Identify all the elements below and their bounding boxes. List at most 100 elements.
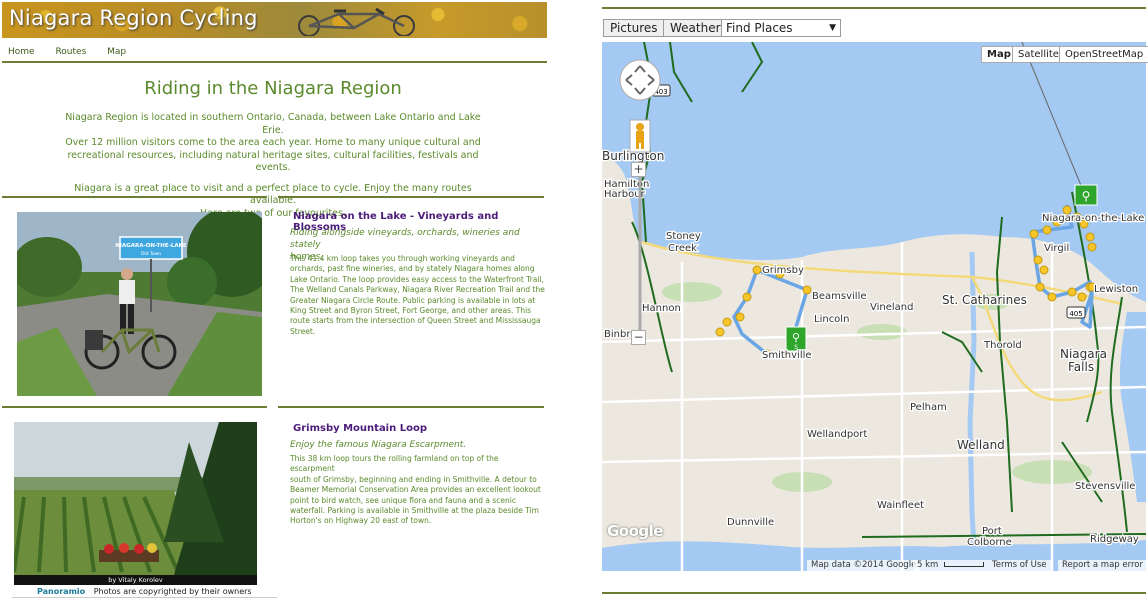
bicycle-icon: ⚲ <box>1082 189 1091 203</box>
photo-credit: by Vitaly Korolev <box>14 575 257 585</box>
vineyard-photo-illustration <box>14 422 257 575</box>
desc-line: This 38 km loop tours the rolling farmla… <box>290 454 499 474</box>
section-divider-right <box>278 196 544 198</box>
terms-of-use-link[interactable]: Terms of Use <box>988 560 1051 571</box>
city-stoney-creek-1: Stoney <box>666 231 701 242</box>
bicycle-banner-image <box>298 7 415 36</box>
cyclist-photo-illustration: NIAGARA-ON-THE-LAKE Old Town <box>17 212 262 396</box>
desc-line: The Welland Canals Parkway, Niagara Rive… <box>290 285 545 295</box>
section-divider-right <box>278 406 544 408</box>
city-st-catharines: St. Catharines <box>942 293 1027 307</box>
city-virgil: Virgil <box>1044 243 1069 254</box>
sign-subtext: Old Town <box>141 251 161 257</box>
pegman-icon[interactable] <box>629 119 651 153</box>
desc-line: Horton's on Highway 20 east of town. <box>290 516 432 526</box>
city-lincoln: Lincoln <box>814 314 849 325</box>
top-nav: Home Routes Map <box>8 47 144 57</box>
route-description-grimsby: This 38 km loop tours the rolling farmla… <box>290 454 545 527</box>
map-canvas[interactable]: ⚲ ⚲ S 403 405 Burlington Hamilton Harbou… <box>602 42 1146 571</box>
intro-line: recreational resources, including natura… <box>67 149 479 174</box>
weather-button[interactable]: Weather <box>663 19 728 37</box>
nav-map[interactable]: Map <box>107 47 126 57</box>
desc-line: orchards, past fine wineries, and by sta… <box>290 264 535 274</box>
desc-line: point to bird watch, see unique flora an… <box>290 495 516 505</box>
sign-text: NIAGARA-ON-THE-LAKE <box>115 243 187 249</box>
desc-line: south of Grimsby, beginning and ending i… <box>290 474 537 484</box>
scale-bar <box>944 562 985 567</box>
route-subtitle-grimsby: Enjoy the famous Niagara Escarpment. <box>290 440 467 450</box>
pan-control[interactable] <box>619 59 661 101</box>
photo-footer-line <box>12 597 277 598</box>
map-scale: 5 km <box>913 560 989 571</box>
route-photo-vineyard[interactable]: by Vitaly Korolev <box>14 422 257 585</box>
desc-line: Lake Ontario. The loop provides easy acc… <box>290 274 544 284</box>
find-places-select[interactable]: Find Places ▼ <box>721 19 841 37</box>
desc-line: Greater Niagara Circle Route. Public par… <box>290 295 536 305</box>
city-ridgeway: Ridgeway <box>1090 534 1139 545</box>
intro-line: Niagara is a great place to visit and a … <box>74 182 472 207</box>
map-top-divider <box>602 7 1146 9</box>
nav-home[interactable]: Home <box>8 47 35 57</box>
panoramio-logo[interactable]: Panoramio <box>37 587 85 596</box>
google-map[interactable]: ⚲ ⚲ S 403 405 Burlington Hamilton Harbou… <box>602 42 1146 571</box>
panoramio-attribution: Panoramio Photos are copyrighted by thei… <box>37 587 252 596</box>
zoom-out-button[interactable]: − <box>631 330 646 345</box>
city-stoney-creek-2: Creek <box>668 243 697 254</box>
city-vineland: Vineland <box>870 302 913 313</box>
route-photo-cyclist[interactable]: NIAGARA-ON-THE-LAKE Old Town <box>17 212 262 396</box>
city-stevensville: Stevensville <box>1075 481 1135 492</box>
desc-line: Street. <box>290 326 316 336</box>
panoramio-text: Photos are copyrighted by their owners <box>93 587 252 596</box>
city-smithville: Smithville <box>762 350 812 361</box>
google-logo[interactable]: Google <box>607 522 663 540</box>
route-description-notl: This 41.4 km loop takes you through work… <box>290 254 545 337</box>
zoom-in-button[interactable]: + <box>631 162 646 177</box>
city-hannon: Hannon <box>642 303 681 314</box>
desc-line: King Street and Byron Street, Fort Georg… <box>290 306 532 316</box>
city-lewiston: Lewiston <box>1094 284 1138 295</box>
intro-line: Niagara Region is located in southern On… <box>65 112 481 136</box>
site-banner: Niagara Region Cycling <box>2 2 547 38</box>
city-niagara-on-the-lake: Niagara-on-the-Lake <box>1042 213 1144 224</box>
map-type-osm[interactable]: OpenStreetMap <box>1059 46 1148 63</box>
city-pelham: Pelham <box>910 402 947 413</box>
nav-routes[interactable]: Routes <box>55 47 86 57</box>
nav-divider <box>2 61 547 63</box>
map-type-satellite[interactable]: Satellite <box>1012 46 1065 63</box>
page-title: Riding in the Niagara Region <box>144 78 402 99</box>
report-map-error-link[interactable]: Report a map error <box>1058 560 1147 571</box>
map-data-attribution: Map data ©2014 Google <box>807 560 921 571</box>
city-thorold: Thorold <box>983 340 1022 351</box>
map-scale-label: 5 km <box>917 560 939 570</box>
map-bottom-divider <box>602 592 1146 594</box>
desc-line: waterfall. Parking is available in Smith… <box>290 506 539 516</box>
desc-line: Beamer Memorial Conservation Area provid… <box>290 485 541 495</box>
city-grimsby: Grimsby <box>762 265 804 276</box>
subtitle-line: Riding alongside vineyards, orchards, wi… <box>290 228 520 250</box>
pictures-button[interactable]: Pictures <box>603 19 665 37</box>
city-port-colborne-1: Port <box>982 526 1002 537</box>
map-panel: Pictures Weather Find Places ▼ ⚲ ⚲ S 403… <box>601 0 1148 600</box>
chevron-down-icon: ▼ <box>829 23 836 33</box>
section-divider-left <box>2 196 267 198</box>
city-dunnville: Dunnville <box>727 517 774 528</box>
desc-line: This 41.4 km loop takes you through work… <box>290 254 515 263</box>
desc-line: route starts from the intersection of Qu… <box>290 316 541 326</box>
route-page: Niagara Region Cycling Home Routes Map R… <box>0 0 548 600</box>
hwy-405-label: 405 <box>1069 310 1082 318</box>
intro-line: Over 12 million visitors come to the are… <box>65 137 481 148</box>
route-title-grimsby[interactable]: Grimsby Mountain Loop <box>293 423 427 434</box>
city-wellandport: Wellandport <box>807 429 867 440</box>
city-niagara-falls-2: Falls <box>1068 360 1094 374</box>
city-beamsville: Beamsville <box>812 291 867 302</box>
city-port-colborne-2: Colborne <box>967 537 1012 548</box>
bicycle-icon: ⚲ <box>792 331 800 344</box>
hwy-405-shield: 405 <box>1066 306 1086 319</box>
city-welland: Welland <box>957 438 1005 452</box>
section-divider-left <box>2 406 267 408</box>
site-title: Niagara Region Cycling <box>9 6 258 30</box>
bike-marker-grimsby[interactable]: ⚲ S <box>785 326 807 352</box>
find-places-value: Find Places <box>726 21 793 35</box>
city-niagara-falls-1: Niagara <box>1060 347 1107 361</box>
city-wainfleet: Wainfleet <box>877 500 924 511</box>
